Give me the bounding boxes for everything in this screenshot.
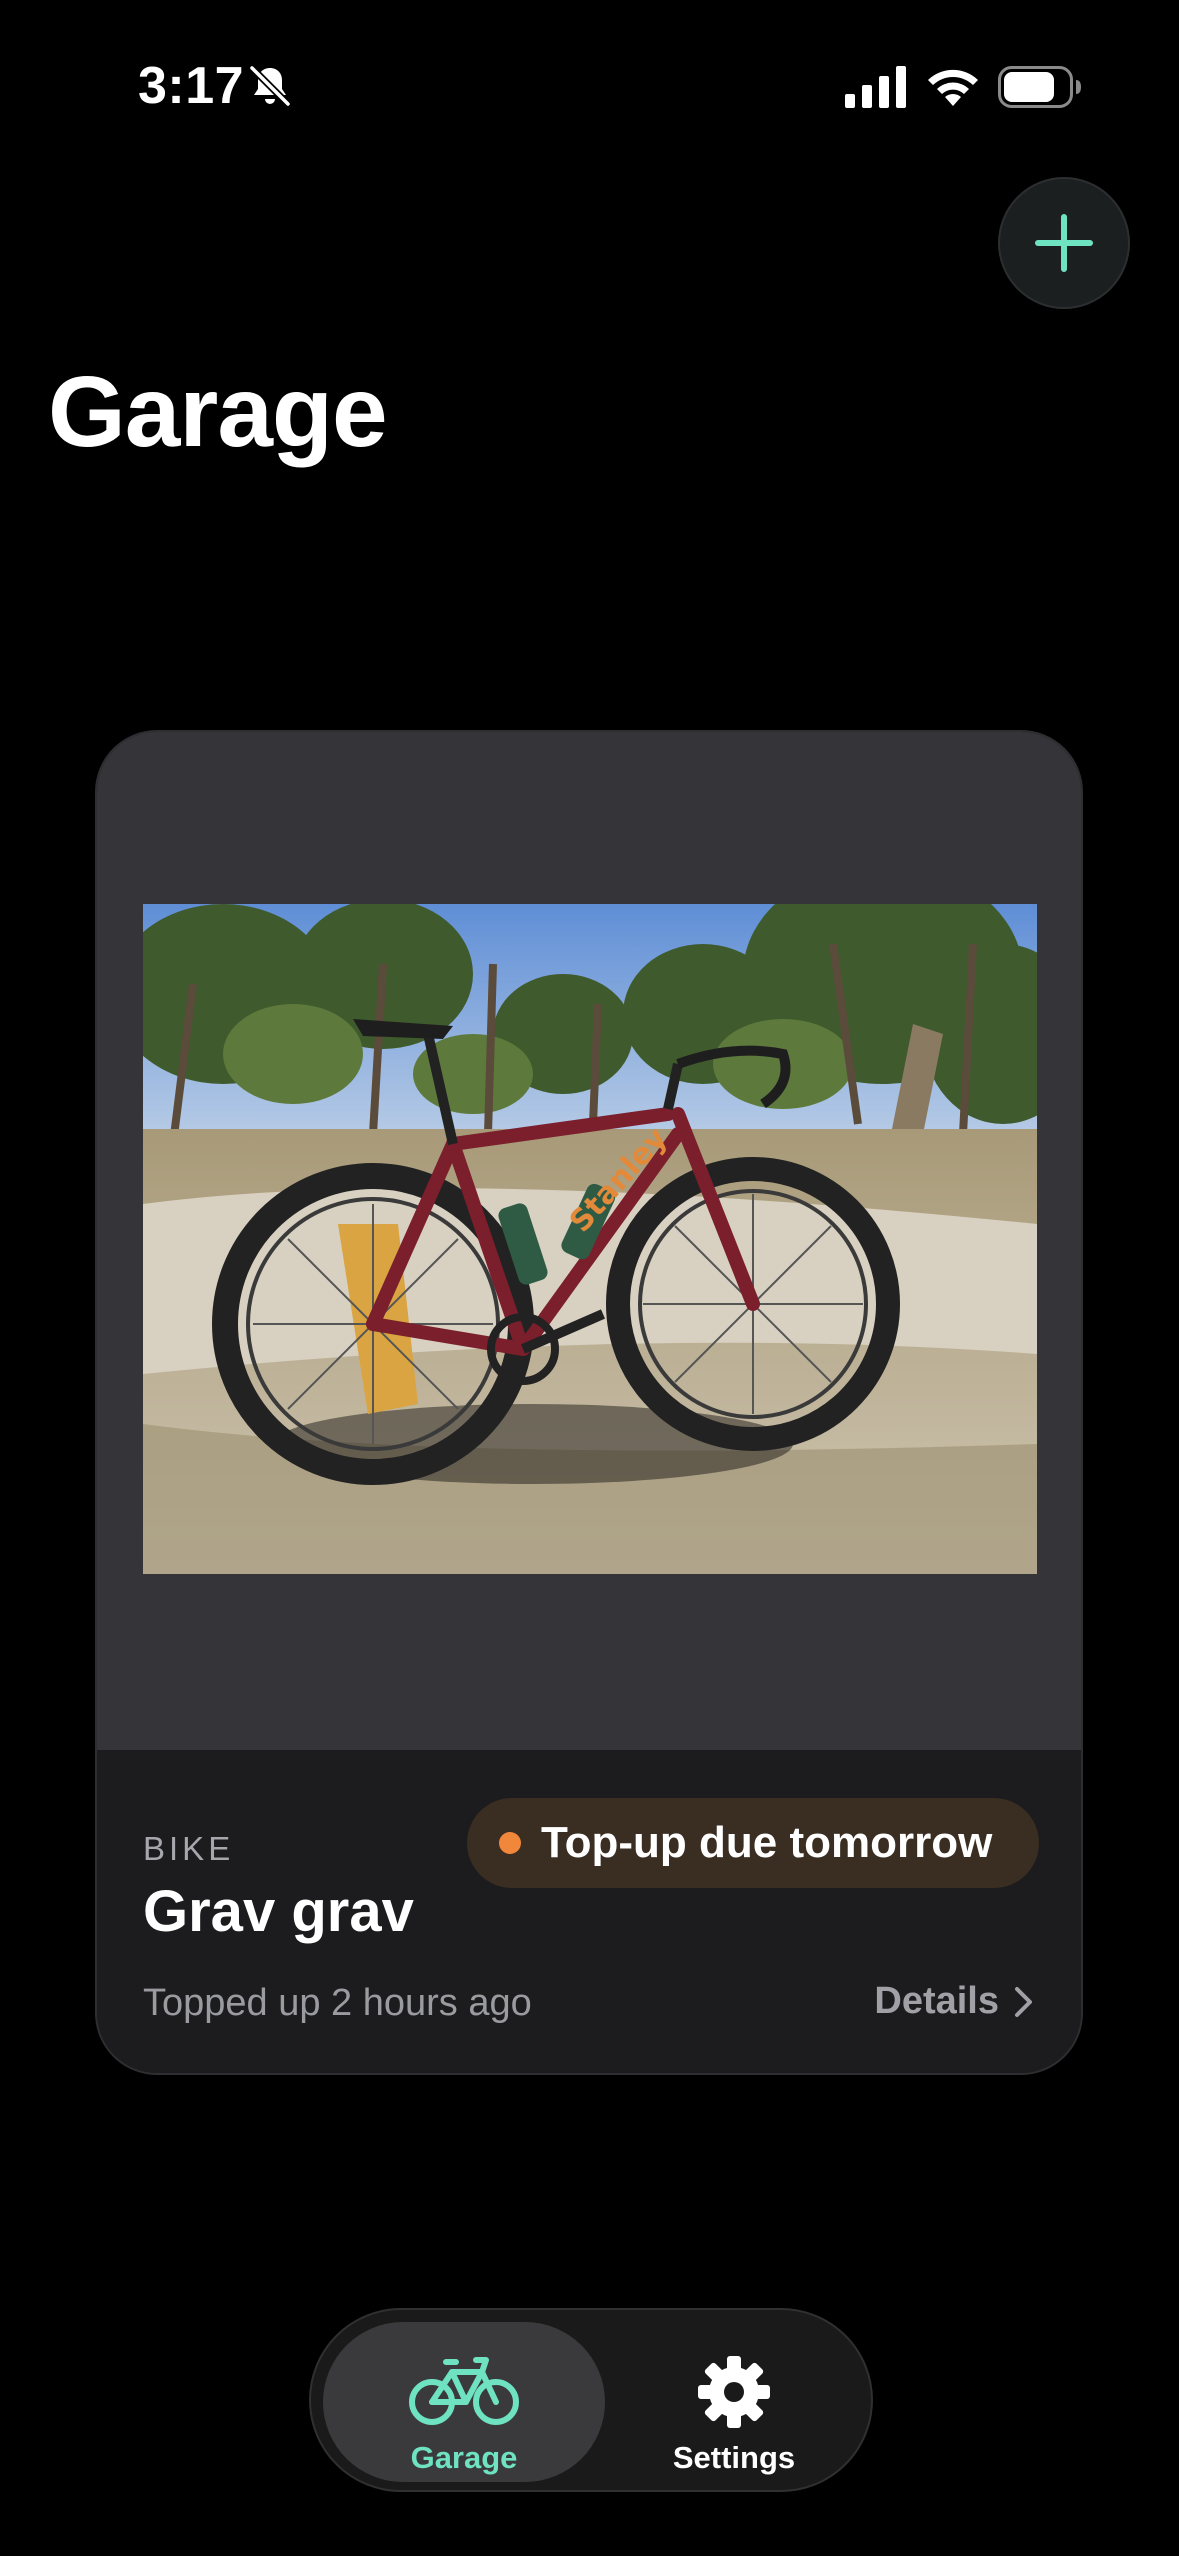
top-up-status: Topped up 2 hours ago	[143, 1982, 532, 2024]
status-dot-icon	[499, 1832, 521, 1854]
bike-name: Grav grav	[143, 1879, 414, 1944]
tab-garage[interactable]: Garage	[323, 2322, 605, 2482]
add-bike-button[interactable]	[998, 177, 1130, 309]
plus-icon	[1035, 214, 1093, 272]
status-time: 3:17	[138, 57, 245, 115]
status-bar: 3:17	[0, 0, 1179, 170]
badge-text: Top-up due tomorrow	[541, 1818, 993, 1867]
battery-icon	[998, 66, 1081, 108]
card-photo-area: Stanley	[97, 732, 1081, 1750]
tab-garage-label: Garage	[410, 2440, 518, 2475]
chevron-right-icon	[1015, 1986, 1032, 2017]
tab-settings[interactable]: Settings	[605, 2322, 863, 2482]
details-link[interactable]: Details	[874, 1980, 1035, 2023]
tab-bar: Garage Settings	[309, 2308, 873, 2492]
card-footer: BIKE Grav grav Top-up due tomorrow Toppe…	[97, 1750, 1081, 2073]
wifi-icon	[928, 69, 978, 106]
tab-settings-label: Settings	[672, 2440, 796, 2475]
bell-off-icon	[249, 65, 291, 107]
page-title: Garage	[48, 356, 388, 468]
bike-photo: Stanley	[143, 904, 1037, 1574]
bicycle-icon	[409, 2357, 519, 2425]
cellular-signal-icon	[845, 66, 906, 108]
gear-icon	[698, 2356, 770, 2428]
bike-card[interactable]: Stanley BIKE Grav grav Top-up due tomorr…	[95, 730, 1083, 2075]
details-label: Details	[874, 1980, 999, 2022]
card-category: BIKE	[143, 1830, 235, 1867]
top-up-due-badge: Top-up due tomorrow	[467, 1798, 1039, 1888]
